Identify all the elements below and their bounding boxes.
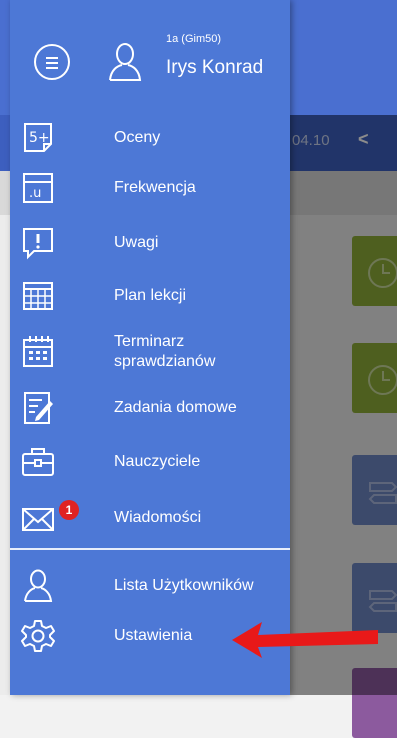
grades-icon: 5+ xyxy=(20,120,56,156)
menu-label: Zadania domowe xyxy=(114,399,237,416)
homework-icon xyxy=(20,390,56,426)
drawer-header: 1a (Gim50) Irys Konrad xyxy=(10,0,290,105)
menu-divider xyxy=(10,548,290,550)
menu-label: Wiadomości xyxy=(114,509,202,526)
calendar-icon xyxy=(20,334,56,370)
class-label: 1a (Gim50) xyxy=(166,33,222,45)
menu-label: Uwagi xyxy=(114,234,159,251)
red-arrow-annotation xyxy=(232,622,378,658)
menu-label: Lista Użytkowników xyxy=(114,577,254,594)
user-list-icon xyxy=(20,568,56,604)
briefcase-icon xyxy=(20,444,56,480)
menu-item-nauczyciele[interactable]: Nauczyciele xyxy=(10,438,290,486)
user-icon[interactable] xyxy=(106,42,144,82)
menu-label: Frekwencja xyxy=(114,179,196,196)
remarks-icon xyxy=(20,225,56,261)
svg-text:.u: .u xyxy=(29,186,41,201)
attendance-icon: .u xyxy=(20,170,56,206)
menu-item-wiadomosci[interactable]: Wiadomości xyxy=(10,494,290,542)
menu-item-lista-uzytkownikow[interactable]: Lista Użytkowników xyxy=(10,562,290,610)
timetable-icon xyxy=(20,278,56,314)
menu-label: Nauczyciele xyxy=(114,453,201,470)
menu-item-terminarz-sprawdzianow[interactable]: Terminarz sprawdzianów xyxy=(10,328,290,376)
menu-item-frekwencja[interactable]: .u Frekwencja xyxy=(10,164,290,212)
menu-item-zadania-domowe[interactable]: Zadania domowe xyxy=(10,384,290,432)
navigation-drawer: 1a (Gim50) Irys Konrad 5+ Oceny .u Frekw… xyxy=(10,0,290,695)
user-name[interactable]: Irys Konrad xyxy=(166,57,263,79)
menu-item-uwagi[interactable]: Uwagi xyxy=(10,219,290,267)
menu-button[interactable] xyxy=(34,44,70,80)
menu-label: Oceny xyxy=(114,129,161,146)
menu-label: Ustawienia xyxy=(114,627,193,644)
unread-messages-badge: 1 xyxy=(59,500,79,520)
svg-text:5+: 5+ xyxy=(29,130,50,146)
menu-label: Plan lekcji xyxy=(114,287,187,304)
menu-label: Terminarz sprawdzianów xyxy=(114,333,216,370)
drawer-scrim[interactable] xyxy=(290,115,397,695)
menu-item-oceny[interactable]: 5+ Oceny xyxy=(10,114,290,162)
envelope-icon xyxy=(20,500,56,536)
menu-item-plan-lekcji[interactable]: Plan lekcji xyxy=(10,272,290,320)
gear-icon xyxy=(20,618,56,654)
